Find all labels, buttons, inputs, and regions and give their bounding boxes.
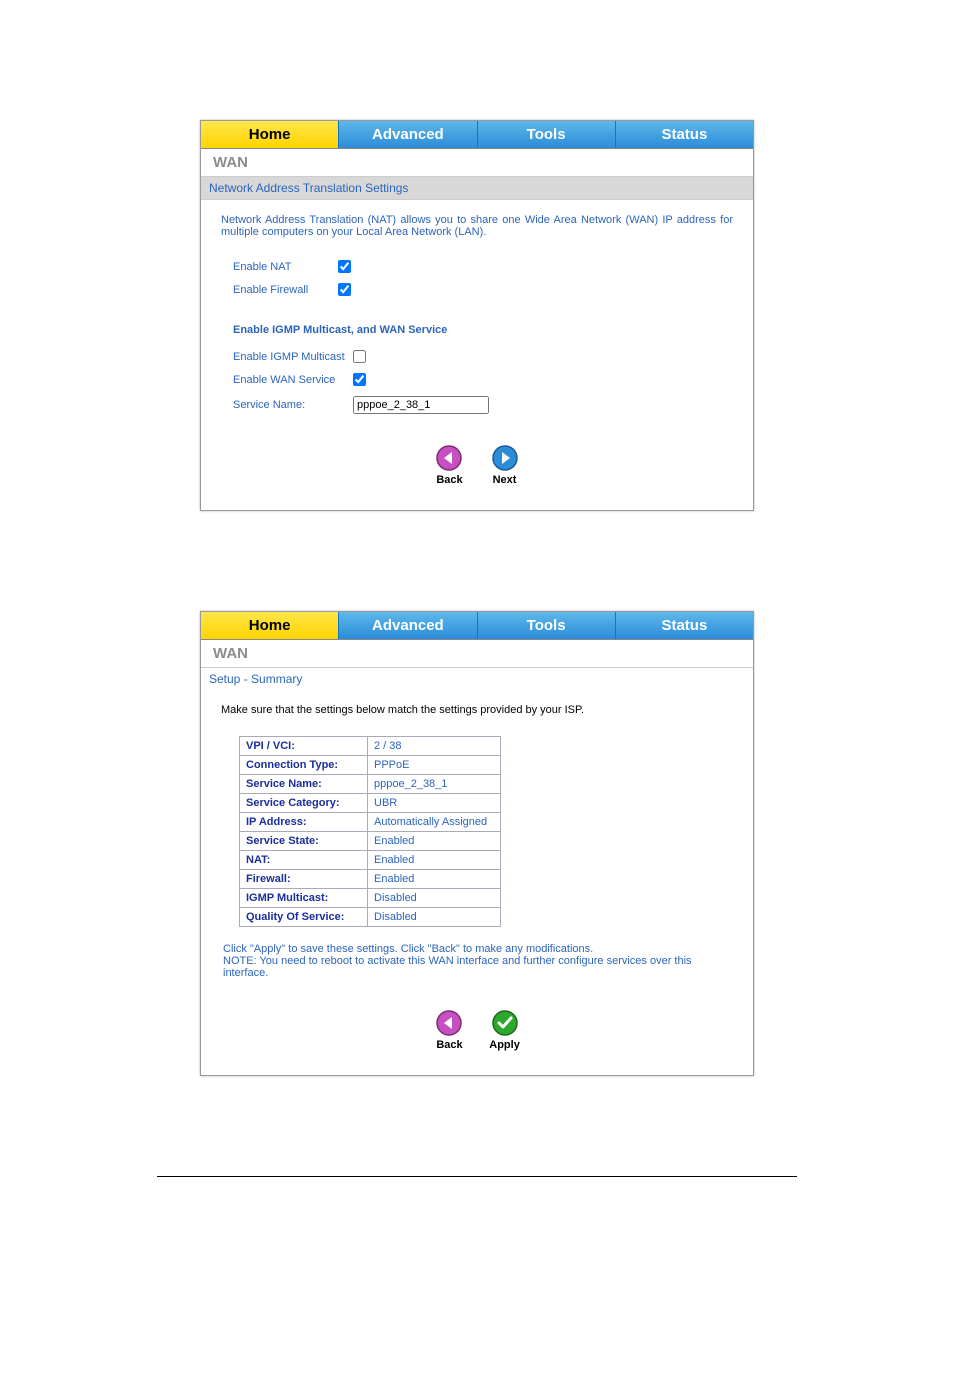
- table-row: Service State:Enabled: [240, 832, 501, 851]
- table-row: Service Name:pppoe_2_38_1: [240, 775, 501, 794]
- tab-advanced[interactable]: Advanced: [339, 121, 477, 148]
- note-line1: Click "Apply" to save these settings. Cl…: [223, 943, 723, 955]
- row-value: PPPoE: [368, 756, 501, 775]
- table-row: Connection Type:PPPoE: [240, 756, 501, 775]
- table-row: Firewall:Enabled: [240, 870, 501, 889]
- back-button-2[interactable]: Back: [427, 1009, 471, 1051]
- section-title-wan-2: WAN: [201, 640, 753, 667]
- igmp-section-title: Enable IGMP Multicast, and WAN Service: [233, 324, 733, 336]
- row-label: Service Name:: [240, 775, 368, 794]
- row-value: Disabled: [368, 889, 501, 908]
- subheader-nat: Network Address Translation Settings: [201, 176, 753, 200]
- panel1-body: Network Address Translation (NAT) allows…: [201, 200, 753, 510]
- row-value: Disabled: [368, 908, 501, 927]
- apply-button[interactable]: Apply: [483, 1009, 527, 1051]
- service-name-input[interactable]: [353, 396, 489, 414]
- row-label: Firewall:: [240, 870, 368, 889]
- table-row: Quality Of Service:Disabled: [240, 908, 501, 927]
- enable-igmp-label: Enable IGMP Multicast: [233, 351, 353, 363]
- table-row: IGMP Multicast:Disabled: [240, 889, 501, 908]
- row-value: Enabled: [368, 832, 501, 851]
- row-label: Service State:: [240, 832, 368, 851]
- nat-description: Network Address Translation (NAT) allows…: [221, 214, 733, 238]
- apply-button-label: Apply: [483, 1039, 527, 1051]
- tab-advanced-2[interactable]: Advanced: [339, 612, 477, 639]
- enable-igmp-checkbox[interactable]: [353, 350, 366, 363]
- arrow-right-icon: [483, 444, 527, 472]
- back-button-label: Back: [427, 474, 471, 486]
- row-label: NAT:: [240, 851, 368, 870]
- row-value: 2 / 38: [368, 737, 501, 756]
- row-label: IGMP Multicast:: [240, 889, 368, 908]
- summary-panel: Home Advanced Tools Status WAN Setup - S…: [200, 611, 754, 1076]
- tab-tools[interactable]: Tools: [478, 121, 616, 148]
- section-title-wan: WAN: [201, 149, 753, 176]
- row-value: UBR: [368, 794, 501, 813]
- enable-firewall-label: Enable Firewall: [233, 284, 338, 296]
- checkmark-icon: [483, 1009, 527, 1037]
- enable-wan-label: Enable WAN Service: [233, 374, 353, 386]
- table-row: IP Address:Automatically Assigned: [240, 813, 501, 832]
- row-label: IP Address:: [240, 813, 368, 832]
- tab-home[interactable]: Home: [201, 121, 339, 148]
- tab-bar: Home Advanced Tools Status: [201, 121, 753, 149]
- arrow-left-icon: [427, 1009, 471, 1037]
- row-value: Enabled: [368, 870, 501, 889]
- row-value: pppoe_2_38_1: [368, 775, 501, 794]
- table-row: Service Category:UBR: [240, 794, 501, 813]
- tab-home-2[interactable]: Home: [201, 612, 339, 639]
- back-button[interactable]: Back: [427, 444, 471, 486]
- row-value: Enabled: [368, 851, 501, 870]
- tab-bar-2: Home Advanced Tools Status: [201, 612, 753, 640]
- row-label: Service Category:: [240, 794, 368, 813]
- summary-table-body: VPI / VCI:2 / 38 Connection Type:PPPoE S…: [240, 737, 501, 927]
- enable-wan-checkbox[interactable]: [353, 373, 366, 386]
- service-name-label: Service Name:: [233, 399, 353, 411]
- table-row: NAT:Enabled: [240, 851, 501, 870]
- back-button-label-2: Back: [427, 1039, 471, 1051]
- row-label: Connection Type:: [240, 756, 368, 775]
- row-label: Quality Of Service:: [240, 908, 368, 927]
- tab-status-2[interactable]: Status: [616, 612, 753, 639]
- row-label: VPI / VCI:: [240, 737, 368, 756]
- tab-tools-2[interactable]: Tools: [478, 612, 616, 639]
- enable-nat-label: Enable NAT: [233, 261, 338, 273]
- enable-nat-checkbox[interactable]: [338, 260, 351, 273]
- summary-table: VPI / VCI:2 / 38 Connection Type:PPPoE S…: [239, 736, 501, 927]
- summary-intro: Make sure that the settings below match …: [221, 704, 733, 716]
- row-value: Automatically Assigned: [368, 813, 501, 832]
- tab-status[interactable]: Status: [616, 121, 753, 148]
- table-row: VPI / VCI:2 / 38: [240, 737, 501, 756]
- nat-settings-panel: Home Advanced Tools Status WAN Network A…: [200, 120, 754, 511]
- arrow-left-icon: [427, 444, 471, 472]
- next-button-label: Next: [483, 474, 527, 486]
- footer-divider: [157, 1176, 797, 1177]
- next-button[interactable]: Next: [483, 444, 527, 486]
- panel2-body: Make sure that the settings below match …: [201, 690, 753, 1075]
- enable-firewall-checkbox[interactable]: [338, 283, 351, 296]
- note-line2: NOTE: You need to reboot to activate thi…: [223, 955, 723, 979]
- subheader-summary: Setup - Summary: [201, 667, 753, 690]
